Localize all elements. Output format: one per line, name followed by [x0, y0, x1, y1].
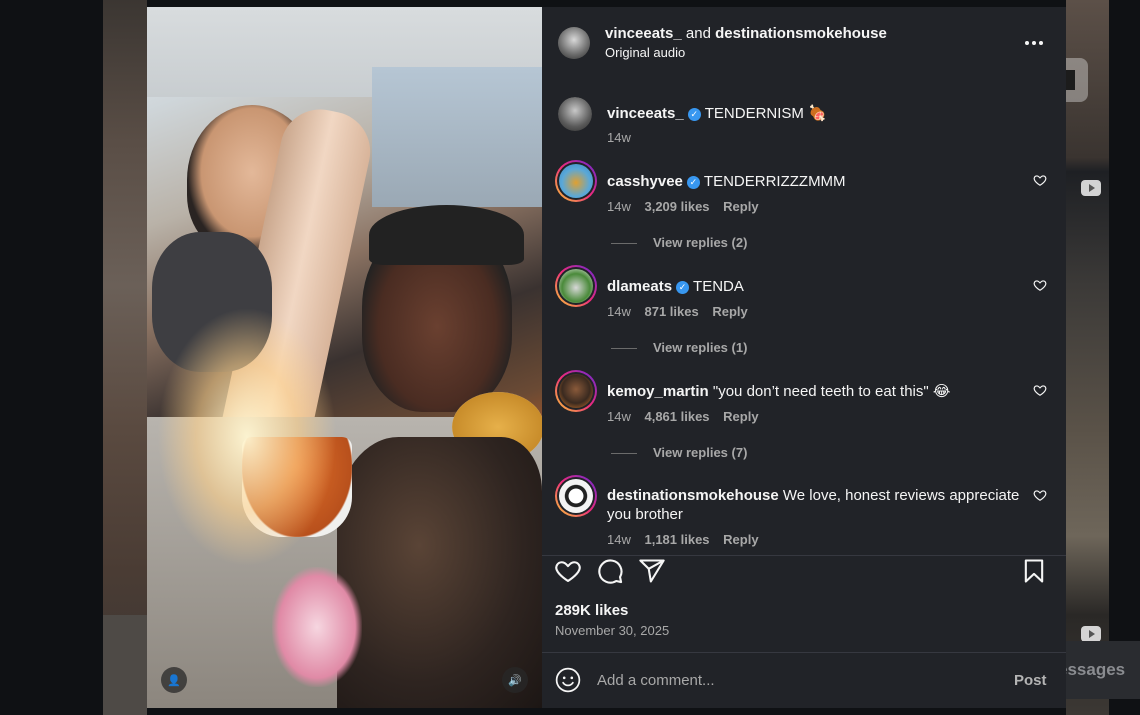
more-options-button[interactable] [1022, 31, 1046, 55]
reply-button[interactable]: Reply [723, 532, 758, 547]
replies-divider [611, 348, 637, 349]
video-scene [272, 567, 362, 687]
background-post-left-bottom [103, 615, 147, 715]
view-replies-button[interactable]: View replies (2) [653, 235, 747, 251]
comment-likes[interactable]: 871 likes [644, 304, 698, 319]
avatar[interactable] [555, 265, 597, 307]
comment-body: casshyvee ✓ TENDERRIZZZMMM [607, 172, 846, 191]
reel-icon [1081, 180, 1101, 196]
comment-likes[interactable]: 4,861 likes [644, 409, 709, 424]
sound-icon: 🔊 [508, 674, 522, 687]
more-icon [1025, 41, 1029, 45]
post-modal: 👤 🔊 vinceeats_ and destinationsmokehouse… [147, 7, 1066, 708]
coauthor-link[interactable]: destinationsmokehouse [715, 25, 887, 42]
comment-likes[interactable]: 1,181 likes [644, 532, 709, 547]
comment-time[interactable]: 14w [607, 199, 631, 214]
reply-button[interactable]: Reply [712, 304, 747, 319]
comment-meta: 14w 871 likes Reply [607, 304, 748, 320]
caption: vinceeats_ ✓ TENDERNISM 🍖 [607, 104, 827, 123]
comment-meta: 14w 4,861 likes Reply [607, 409, 759, 425]
like-comment-icon[interactable] [1033, 383, 1047, 397]
more-icon [1039, 41, 1043, 45]
comment-body: dlameats ✓ TENDA [607, 277, 744, 296]
comment-text: TENDA [693, 278, 744, 295]
comment-text: TENDERRIZZZMMM [703, 173, 846, 190]
author-joiner: and [685, 25, 711, 42]
caption-time[interactable]: 14w [607, 130, 631, 146]
tagged-users-button[interactable]: 👤 [161, 667, 187, 693]
comment-icon[interactable] [596, 557, 624, 585]
avatar[interactable] [555, 160, 597, 202]
background-post-right [1066, 0, 1109, 715]
caption-username[interactable]: vinceeats_ [607, 105, 684, 122]
like-count[interactable]: 289K likes [555, 601, 628, 620]
comment-text: "you don’t need teeth to eat this" 😂 [712, 383, 951, 400]
verified-icon: ✓ [676, 281, 690, 294]
comment-username[interactable]: dlameats [607, 278, 672, 295]
like-icon[interactable] [554, 557, 582, 585]
post-date[interactable]: November 30, 2025 [555, 623, 669, 639]
like-comment-icon[interactable] [1033, 488, 1047, 502]
comment-likes[interactable]: 3,209 likes [644, 199, 709, 214]
verified-icon: ✓ [686, 176, 700, 189]
video-scene [372, 67, 542, 207]
reel-icon [1081, 626, 1101, 642]
verified-icon: ✓ [687, 108, 701, 121]
video-scene [157, 307, 337, 567]
avatar[interactable] [555, 370, 597, 412]
avatar[interactable] [555, 475, 597, 517]
view-replies-button[interactable]: View replies (1) [653, 340, 747, 356]
avatar[interactable] [558, 27, 590, 59]
comment-body: kemoy_martin "you don’t need teeth to ea… [607, 382, 950, 401]
mute-button[interactable]: 🔊 [502, 667, 528, 693]
comment-meta: 14w 3,209 likes Reply [607, 199, 759, 215]
audio-link[interactable]: Original audio [605, 45, 685, 61]
emoji-icon[interactable] [555, 667, 581, 693]
post-header: vinceeats_ and destinationsmokehouse Ori… [542, 7, 1066, 77]
comment-body: destinationsmokehouse We love, honest re… [607, 486, 1027, 524]
comments-panel: vinceeats_ and destinationsmokehouse Ori… [542, 7, 1066, 708]
comment-input[interactable] [597, 670, 977, 690]
like-comment-icon[interactable] [1033, 278, 1047, 292]
post-button[interactable]: Post [1014, 671, 1047, 690]
bookmark-icon[interactable] [1020, 557, 1048, 585]
comment-username[interactable]: destinationsmokehouse [607, 487, 779, 504]
actions-divider [542, 555, 1066, 556]
more-icon [1032, 41, 1036, 45]
user-icon: 👤 [167, 674, 181, 687]
background-post-left [103, 0, 147, 715]
comment-username[interactable]: casshyvee [607, 173, 683, 190]
comment-meta: 14w 1,181 likes Reply [607, 532, 759, 548]
reply-button[interactable]: Reply [723, 409, 758, 424]
comment-time[interactable]: 14w [607, 304, 631, 319]
author-link[interactable]: vinceeats_ [605, 25, 682, 42]
view-replies-button[interactable]: View replies (7) [653, 445, 747, 461]
like-comment-icon[interactable] [1033, 173, 1047, 187]
replies-divider [611, 243, 637, 244]
comment-time[interactable]: 14w [607, 409, 631, 424]
caption-text: TENDERNISM 🍖 [704, 105, 827, 122]
messages-label: essages [1058, 660, 1126, 679]
comment-username[interactable]: kemoy_martin [607, 383, 709, 400]
comment-time[interactable]: 14w [607, 532, 631, 547]
composer-divider [542, 652, 1066, 653]
reply-button[interactable]: Reply [723, 199, 758, 214]
replies-divider [611, 453, 637, 454]
header-authors: vinceeats_ and destinationsmokehouse [605, 24, 887, 43]
post-video[interactable]: 👤 🔊 [147, 7, 542, 708]
share-icon[interactable] [638, 557, 666, 585]
avatar[interactable] [558, 97, 592, 131]
video-scene [369, 205, 524, 265]
